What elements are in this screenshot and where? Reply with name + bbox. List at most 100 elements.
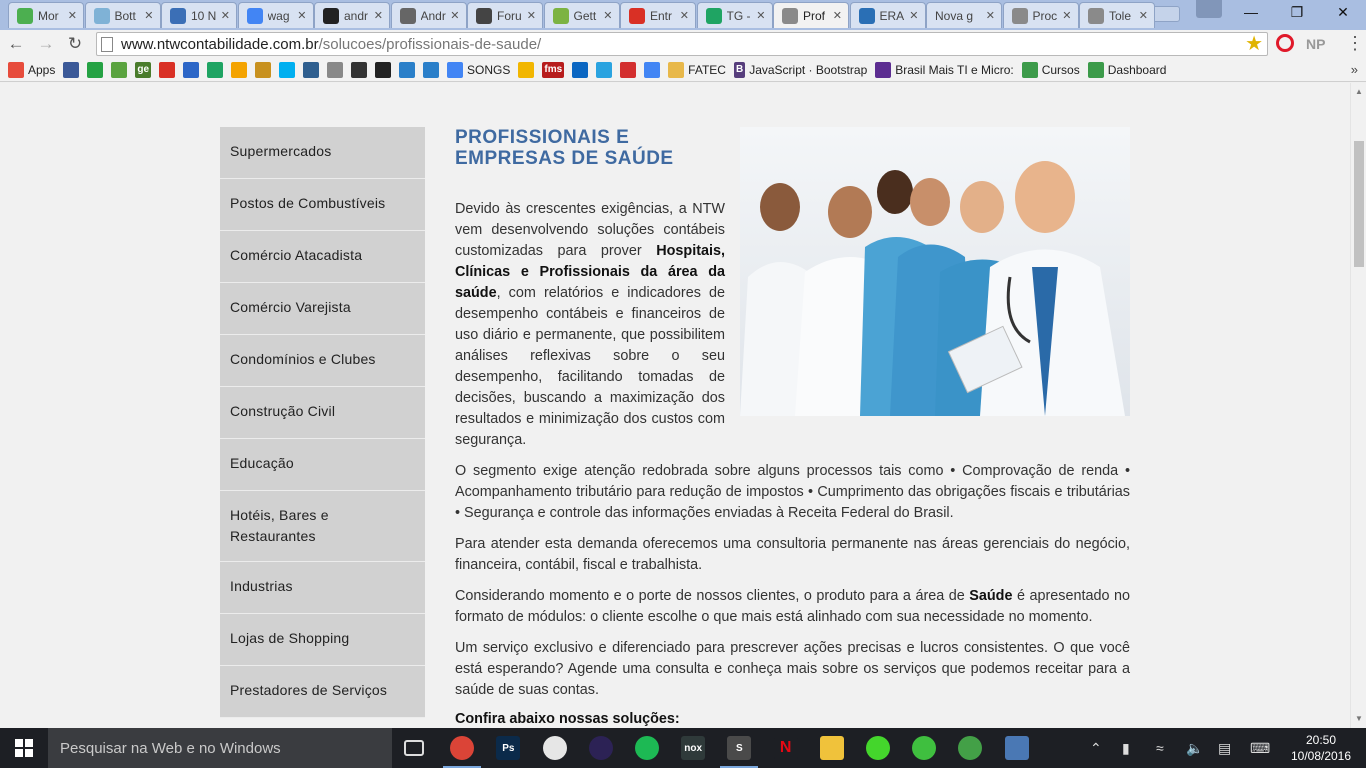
- bookmark-item[interactable]: [303, 61, 320, 78]
- back-button[interactable]: ←: [5, 33, 27, 55]
- bookmark-item[interactable]: [63, 61, 80, 78]
- bookmark-item[interactable]: [375, 61, 392, 78]
- bookmark-item[interactable]: B JavaScript · Bootstrap: [733, 61, 867, 78]
- bookmark-item[interactable]: [596, 61, 613, 78]
- tab-close-icon[interactable]: ✕: [680, 9, 689, 22]
- tab-close-icon[interactable]: ✕: [603, 9, 612, 22]
- browser-menu-icon[interactable]: ⋮: [1346, 34, 1364, 52]
- bookmark-item[interactable]: [351, 61, 368, 78]
- browser-tab[interactable]: Entr ✕: [620, 2, 696, 28]
- close-window-button[interactable]: ✕: [1320, 0, 1366, 24]
- tab-close-icon[interactable]: ✕: [986, 9, 995, 22]
- bookmark-item[interactable]: [399, 61, 416, 78]
- tab-close-icon[interactable]: ✕: [527, 9, 536, 22]
- minimize-button[interactable]: —: [1228, 0, 1274, 24]
- scroll-up-icon[interactable]: ▲: [1351, 85, 1366, 99]
- bookmark-item[interactable]: [159, 61, 176, 78]
- np-extension-icon[interactable]: NP: [1306, 36, 1325, 52]
- sidebar-menu-item[interactable]: Postos de Combustíveis: [220, 179, 425, 231]
- taskbar-search-box[interactable]: Pesquisar na Web e no Windows: [48, 728, 392, 768]
- itunes-icon[interactable]: [542, 736, 567, 760]
- bookmark-item[interactable]: FATEC: [668, 61, 726, 78]
- wifi-hotspot-icon[interactable]: [912, 736, 937, 760]
- sidebar-menu-item[interactable]: Comércio Varejista: [220, 283, 425, 335]
- browser-tab[interactable]: Tole ✕: [1079, 2, 1155, 28]
- tab-close-icon[interactable]: ✕: [450, 9, 459, 22]
- reload-button[interactable]: ↻: [64, 33, 86, 55]
- start-button[interactable]: [0, 728, 48, 768]
- nox-icon[interactable]: nox: [681, 736, 706, 760]
- bookmark-item[interactable]: [207, 61, 224, 78]
- spotify-icon[interactable]: [635, 736, 659, 760]
- sidebar-menu-item[interactable]: Educação: [220, 439, 425, 491]
- browser-tab[interactable]: Bott ✕: [84, 2, 161, 28]
- bookmark-item[interactable]: ge: [135, 61, 152, 78]
- bookmark-item[interactable]: [423, 61, 440, 78]
- bookmark-item[interactable]: [255, 61, 272, 78]
- tab-close-icon[interactable]: ✕: [1062, 9, 1071, 22]
- scroll-down-icon[interactable]: ▼: [1351, 712, 1366, 726]
- maximize-button[interactable]: ❐: [1274, 0, 1320, 24]
- file-explorer-icon[interactable]: [819, 736, 844, 760]
- bookmark-item[interactable]: [644, 61, 661, 78]
- volume-icon[interactable]: 🔈: [1186, 728, 1203, 768]
- sidebar-menu-item[interactable]: Condomínios e Clubes: [220, 335, 425, 387]
- browser-tab[interactable]: TG - ✕: [696, 2, 773, 28]
- virtualbox-icon[interactable]: [1004, 736, 1029, 760]
- bookmark-item[interactable]: [111, 61, 128, 78]
- browser-tab[interactable]: ERA ✕: [849, 2, 926, 28]
- bookmark-item[interactable]: [572, 61, 589, 78]
- bookmark-item[interactable]: Apps: [8, 61, 55, 78]
- browser-tab[interactable]: wag ✕: [237, 2, 314, 28]
- scrollbar-thumb[interactable]: [1354, 141, 1364, 267]
- browser-tab[interactable]: andr ✕: [314, 2, 390, 28]
- sidebar-menu-item[interactable]: Construção Civil: [220, 387, 425, 439]
- sidebar-menu-item[interactable]: Prestadores de Serviços: [220, 666, 425, 718]
- browser-tab[interactable]: Prof ✕: [773, 2, 849, 28]
- netflix-icon[interactable]: N: [773, 736, 798, 760]
- bookmark-item[interactable]: Cursos: [1021, 61, 1080, 78]
- tray-chevron-icon[interactable]: ⌃: [1090, 728, 1102, 768]
- sublime-icon[interactable]: S: [727, 736, 752, 760]
- keyboard-icon[interactable]: ⌨: [1250, 728, 1270, 768]
- sidebar-menu-item[interactable]: Industrias: [220, 562, 425, 614]
- action-center-icon[interactable]: ▤: [1218, 728, 1231, 768]
- bookmark-item[interactable]: [231, 61, 248, 78]
- bookmark-item[interactable]: Dashboard: [1087, 61, 1166, 78]
- bookmark-star-icon[interactable]: ★: [1245, 33, 1263, 55]
- page-scrollbar[interactable]: ▲ ▼: [1350, 83, 1366, 728]
- browser-tab[interactable]: Proc ✕: [1002, 2, 1079, 28]
- bookmark-item[interactable]: [620, 61, 637, 78]
- bookmark-item[interactable]: fms: [542, 61, 565, 78]
- tab-close-icon[interactable]: ✕: [374, 9, 383, 22]
- profile-button[interactable]: [1196, 0, 1222, 18]
- razer-icon[interactable]: [866, 736, 890, 760]
- bookmark-item[interactable]: [279, 61, 296, 78]
- eclipse-icon[interactable]: [588, 736, 613, 760]
- utorrent-icon[interactable]: [958, 736, 983, 760]
- taskbar-clock[interactable]: 20:50 10/08/2016: [1286, 732, 1356, 764]
- bookmark-item[interactable]: [183, 61, 200, 78]
- tab-close-icon[interactable]: ✕: [221, 9, 230, 22]
- bookmark-item[interactable]: SONGS: [447, 61, 510, 78]
- photoshop-icon[interactable]: Ps: [496, 736, 521, 760]
- chrome-icon[interactable]: [450, 736, 475, 760]
- sidebar-menu-item[interactable]: Lojas de Shopping: [220, 614, 425, 666]
- bookmarks-overflow-button[interactable]: »: [1351, 62, 1358, 77]
- browser-tab[interactable]: Nova g ✕: [926, 2, 1002, 28]
- forward-button[interactable]: →: [35, 33, 57, 55]
- browser-tab[interactable]: Mor ✕: [8, 2, 84, 28]
- tab-close-icon[interactable]: ✕: [297, 9, 306, 22]
- browser-tab[interactable]: Andr ✕: [390, 2, 467, 28]
- task-view-icon[interactable]: [404, 740, 424, 756]
- bookmark-item[interactable]: [327, 61, 344, 78]
- tab-close-icon[interactable]: ✕: [1139, 9, 1148, 22]
- network-icon[interactable]: ≈: [1156, 728, 1164, 768]
- browser-tab[interactable]: Foru ✕: [467, 2, 543, 28]
- sidebar-menu-item[interactable]: Supermercados: [220, 127, 425, 179]
- battery-icon[interactable]: ▮: [1122, 728, 1130, 768]
- sidebar-menu-item[interactable]: Hotéis, Bares e Restaurantes: [220, 491, 425, 562]
- tab-close-icon[interactable]: ✕: [68, 9, 77, 22]
- opera-extension-icon[interactable]: [1276, 34, 1294, 52]
- tab-close-icon[interactable]: ✕: [833, 9, 842, 22]
